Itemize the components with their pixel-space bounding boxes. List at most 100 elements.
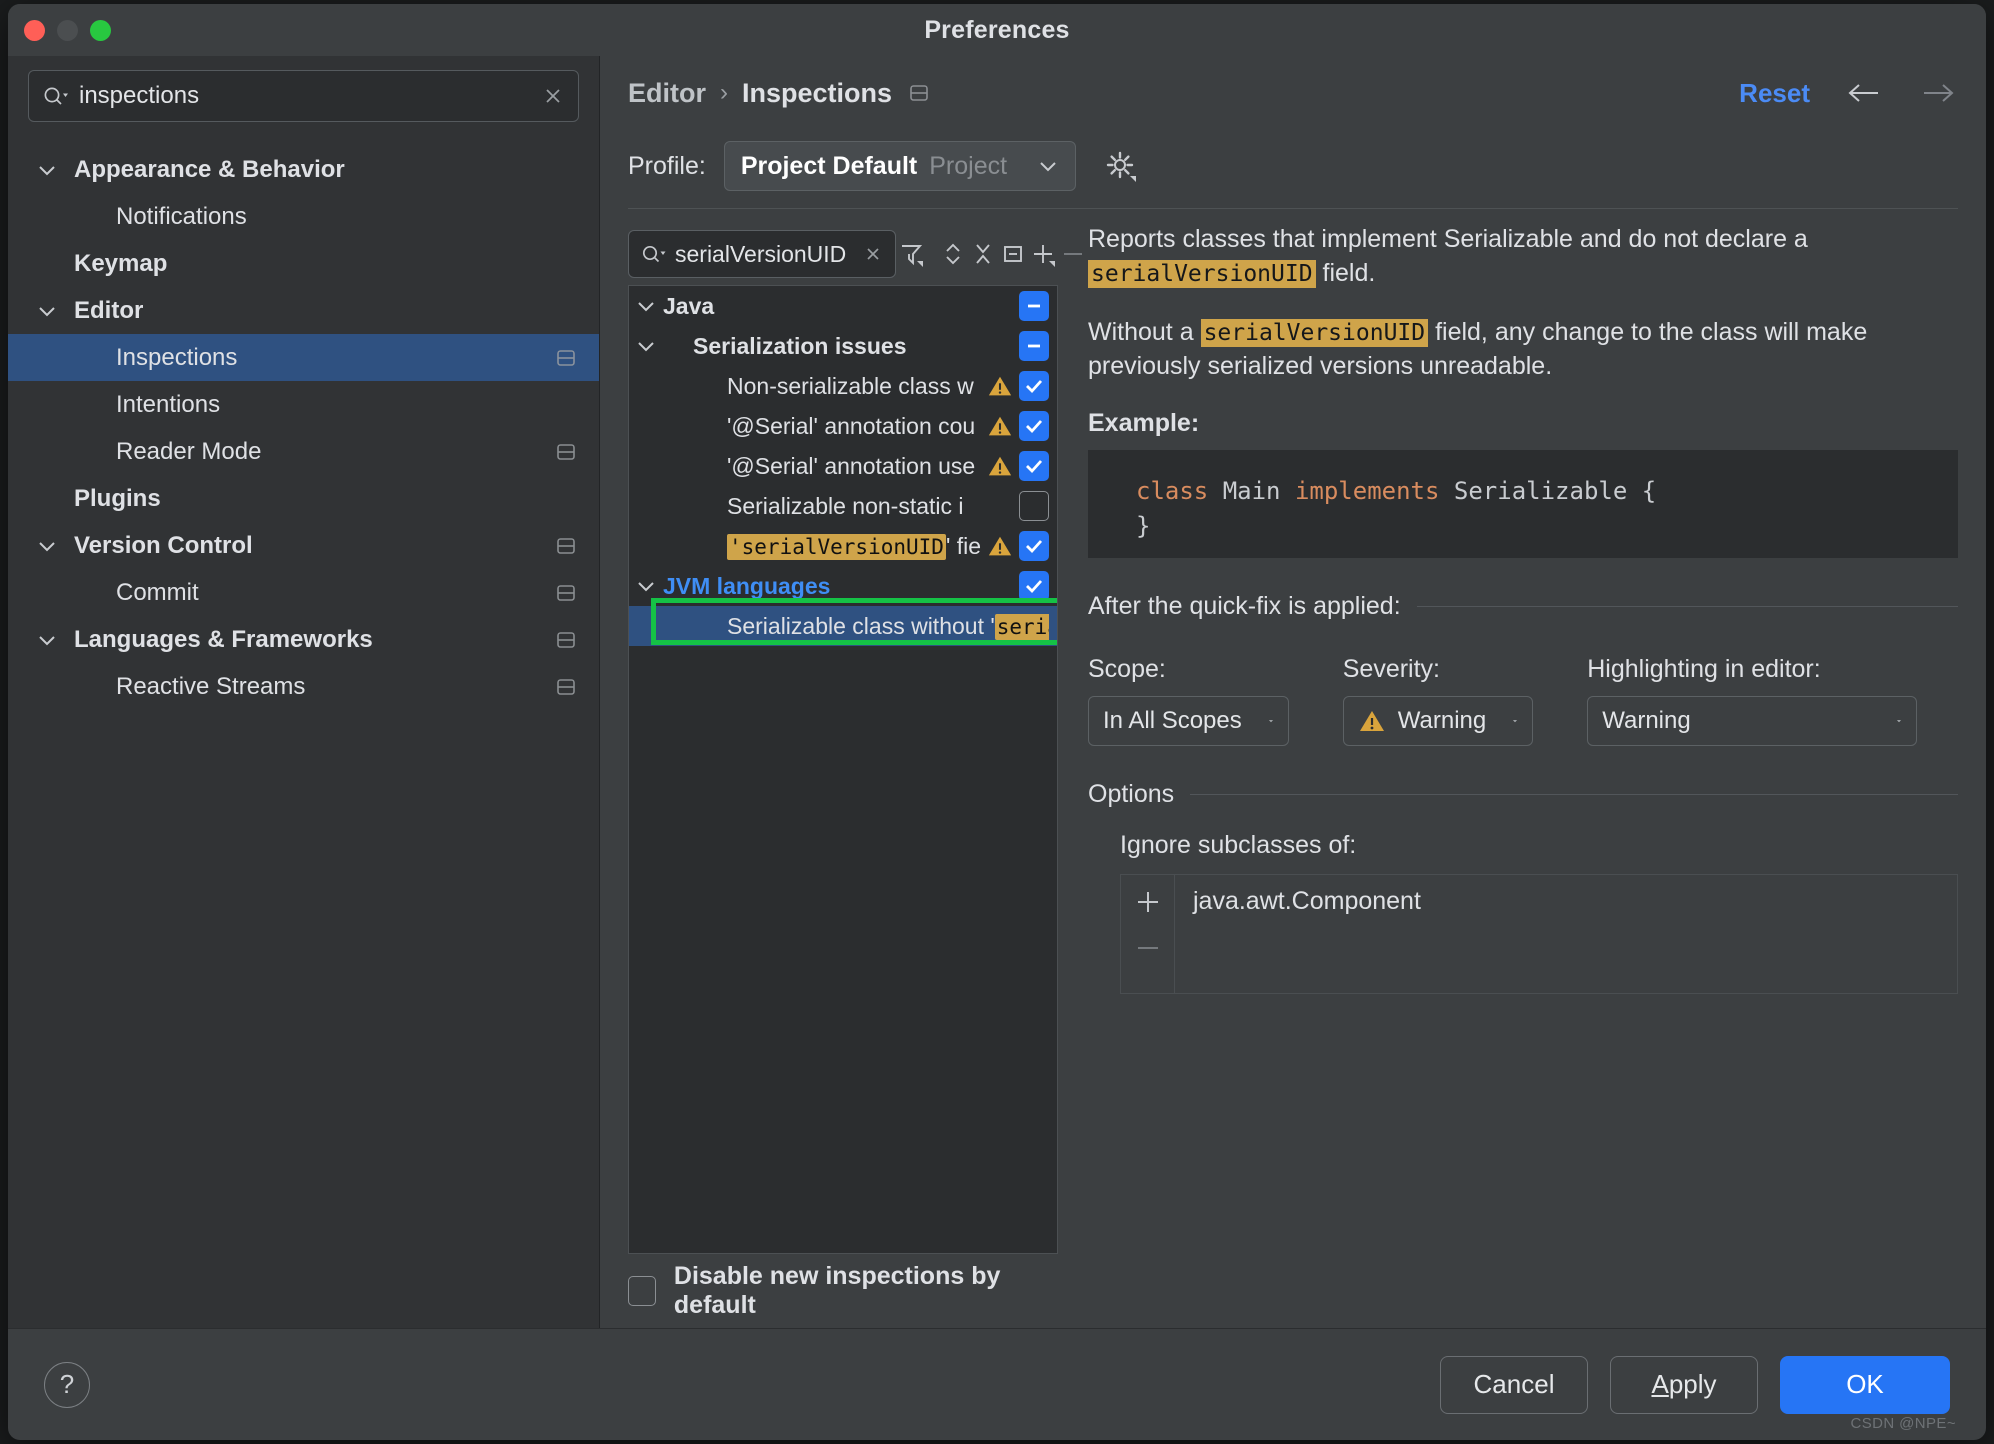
inspection-checkbox[interactable] [1019,491,1049,521]
sidebar-item-label: Notifications [116,202,247,230]
apply-button[interactable]: Apply [1610,1355,1758,1414]
inspection-checkbox[interactable] [1019,571,1049,601]
inspection-tree[interactable]: Java Serialization issues Non-serializable… [628,285,1058,1254]
ignore-subclasses-list[interactable]: java.awt.Component [1120,874,1958,994]
chevron-down-icon[interactable] [36,539,58,553]
inspection-search-box[interactable]: serialVersionUID [628,230,896,278]
add-icon[interactable] [1028,230,1058,278]
options-section-label: Options [1088,780,1175,808]
clear-icon[interactable] [542,85,564,107]
help-icon[interactable]: ? [44,1361,90,1408]
inspection-row[interactable]: '@Serial' annotation use [629,446,1057,486]
chevron-down-icon[interactable] [32,304,62,318]
inspection-row[interactable]: Java [629,286,1057,326]
chevron-down-icon[interactable] [36,163,58,177]
desc2-text-a: Without a [1088,318,1201,346]
inspection-row-label: JVM languages [663,572,831,599]
minus-icon[interactable] [1131,931,1165,965]
sidebar-item-label: Plugins [74,484,161,512]
disable-new-inspections-checkbox[interactable] [628,1276,656,1306]
inspection-checkbox[interactable] [1019,451,1049,481]
sidebar-item-languages-frameworks[interactable]: Languages & Frameworks [8,616,599,663]
sidebar-item-version-control[interactable]: Version Control [8,522,599,569]
profile-row: Profile: Project Default Project [600,130,1986,202]
group-by-icon[interactable] [998,230,1028,278]
arrow-left-icon[interactable] [1844,80,1884,106]
inspection-row[interactable]: '@Serial' annotation cou [629,406,1057,446]
code-line-2: } [1136,511,1151,540]
inspection-row-label: Non-serializable class w [727,372,974,399]
gear-icon[interactable] [1104,149,1138,183]
desc2-code: serialVersionUID [1200,319,1429,347]
highlighting-select[interactable]: Warning [1587,696,1918,746]
cancel-button[interactable]: Cancel [1440,1355,1588,1414]
chevron-down-icon[interactable] [36,304,58,318]
sidebar-item-plugins[interactable]: Plugins [8,475,599,522]
chevron-down-icon [1513,720,1518,723]
chevron-down-icon[interactable] [32,163,62,177]
scope-select[interactable]: In All Scopes [1088,696,1289,746]
profile-select[interactable]: Project Default Project [723,141,1077,191]
chevron-down-icon[interactable] [32,633,62,647]
ok-button[interactable]: OK [1780,1355,1950,1414]
chevron-down-icon[interactable] [635,299,657,313]
inspection-row[interactable]: 'serialVersionUID' field r [629,526,1057,566]
filter-icon[interactable] [896,230,926,278]
chevron-down-icon[interactable] [629,299,663,313]
inspection-row[interactable]: Serialization issues [629,326,1057,366]
sidebar-item-commit[interactable]: Commit [8,569,599,616]
inspection-row[interactable]: Non-serializable class w [629,366,1057,406]
desc1-code: serialVersionUID [1088,259,1316,288]
sidebar-item-reactive-streams[interactable]: Reactive Streams [8,663,599,710]
inspection-checkbox[interactable] [1019,411,1049,441]
sidebar-item-notifications[interactable]: Notifications [8,193,599,240]
collapse-all-icon[interactable] [968,230,998,278]
ignore-items: java.awt.Component [1175,875,1957,993]
options-body: Ignore subclasses of: java.awt.Component [1088,831,1958,994]
inspection-row[interactable]: JVM languages [629,566,1057,606]
settings-main-panel: Editor › Inspections Reset Profile: Proj… [600,56,1986,1328]
inspection-checkbox[interactable] [1019,291,1049,321]
chevron-down-icon[interactable] [32,539,62,553]
sidebar-item-label: Keymap [74,249,168,277]
apply-rest: pply [1668,1369,1717,1399]
ignore-item[interactable]: java.awt.Component [1193,887,1957,916]
sidebar-item-inspections[interactable]: Inspections [8,334,599,381]
sidebar-item-intentions[interactable]: Intentions [8,381,599,428]
chevron-down-icon[interactable] [36,633,58,647]
chevron-down-icon[interactable] [635,579,657,593]
sidebar-item-editor[interactable]: Editor [8,287,599,334]
severity-select[interactable]: Warning [1342,696,1534,746]
chevron-down-icon[interactable] [629,579,663,593]
settings-search-input[interactable]: inspections [79,82,532,110]
severity-value: Warning [1397,707,1487,734]
sidebar-item-appearance-behavior[interactable]: Appearance & Behavior [8,146,599,193]
inspection-checkbox[interactable] [1019,331,1049,361]
inspection-search-input[interactable]: serialVersionUID [675,241,855,268]
plus-icon[interactable] [1131,885,1165,919]
breadcrumb-actions: Reset [1739,78,1958,109]
ignore-list-gutter [1121,875,1175,993]
inspection-description: Reports classes that implement Serializa… [1088,223,1958,409]
highlighting-label: Highlighting in editor: [1587,655,1821,683]
disable-new-inspections-label: Disable new inspections by default [673,1262,1001,1319]
expand-collapse-icon[interactable] [938,230,968,278]
inspection-checkbox[interactable] [1019,371,1049,401]
title-bar: Preferences [8,4,1986,56]
breadcrumb-parent[interactable]: Editor [628,78,706,109]
inspection-checkbox[interactable] [1019,531,1049,561]
clear-icon[interactable] [863,244,883,264]
sidebar-item-reader-mode[interactable]: Reader Mode [8,428,599,475]
sidebar-item-keymap[interactable]: Keymap [8,240,599,287]
chevron-down-icon[interactable] [629,339,663,353]
reset-button[interactable]: Reset [1739,78,1810,109]
inspection-row-label: Java [663,292,715,319]
settings-search-box[interactable]: inspections [28,70,579,122]
inspection-row[interactable]: Serializable non-static i [629,486,1057,526]
disable-new-inspections-row[interactable]: Disable new inspections by default [628,1254,1058,1328]
inspection-row-label: Serializable class without 'serialVersio… [663,613,1049,640]
sidebar-item-label: Reader Mode [116,437,262,465]
chevron-down-icon[interactable] [635,339,657,353]
inspection-row[interactable]: Serializable class without 'serialVersio… [629,598,1057,646]
arrow-right-icon[interactable] [1918,80,1958,106]
